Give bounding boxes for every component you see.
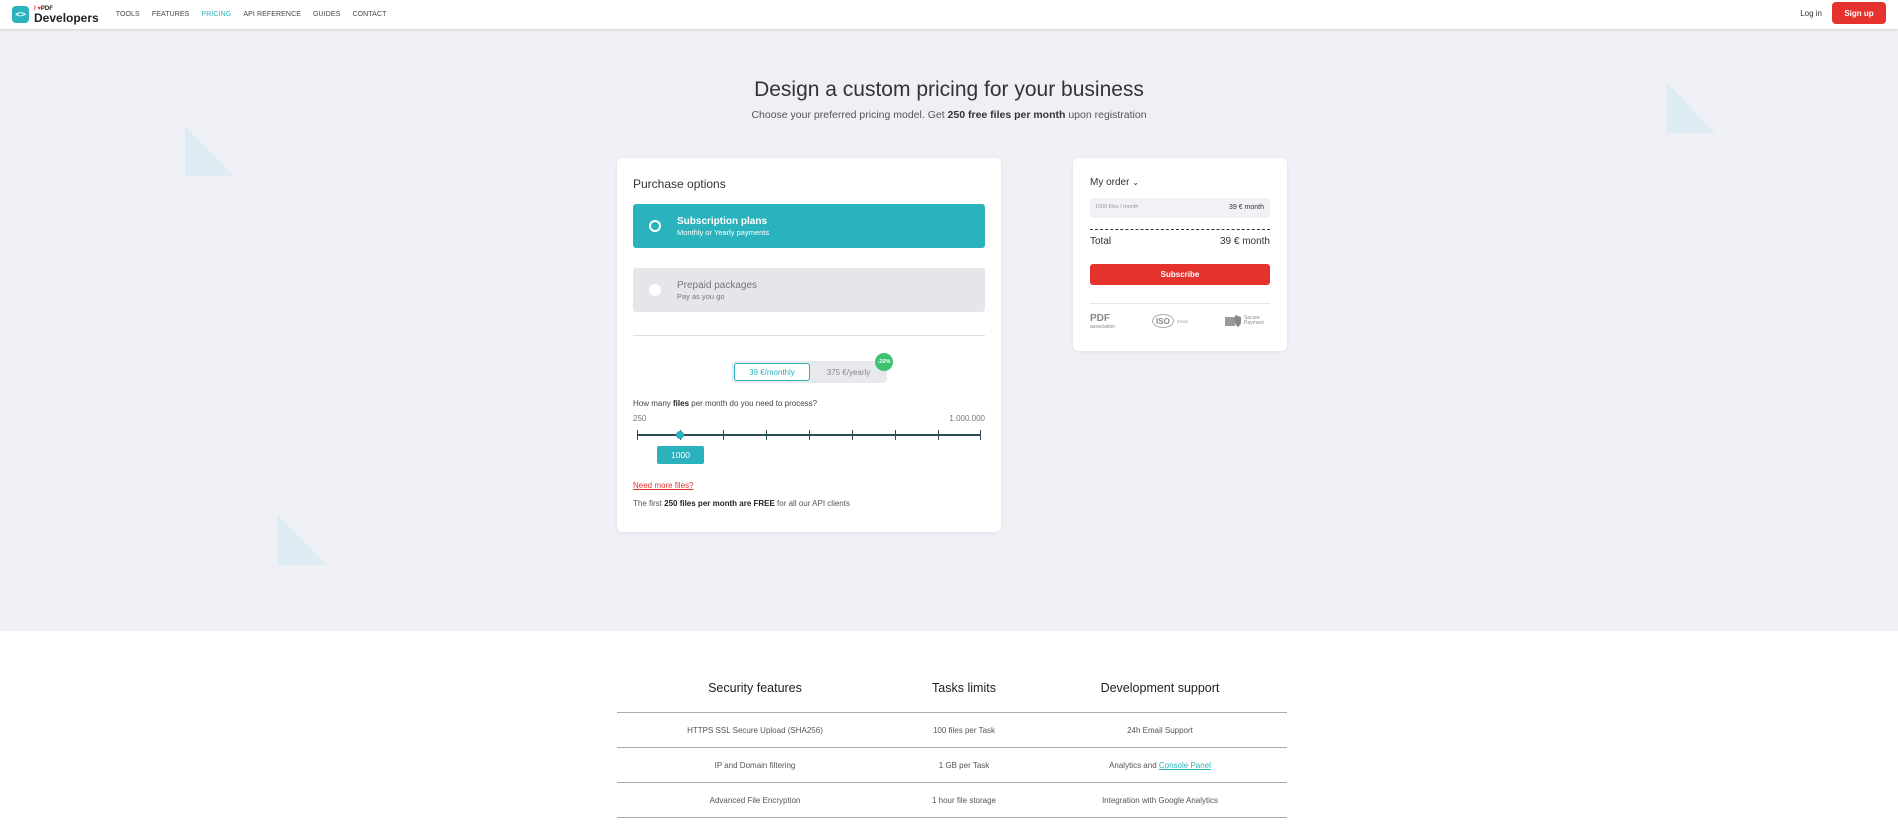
site-logo[interactable]: <> I ♥PDF Developers [12,6,99,24]
table-cell: Analytics and Console Panel [1109,761,1211,770]
slider-tick [723,430,724,440]
divider [633,335,985,336]
slider-tick [895,430,896,440]
purchase-options-title: Purchase options [633,177,726,191]
files-question: How many files per month do you need to … [633,399,818,408]
option-subscription-plans[interactable]: Subscription plans Monthly or Yearly pay… [633,204,985,248]
slider-tick [938,430,939,440]
signup-button[interactable]: Sign up [1832,2,1886,24]
discount-badge: -20% [875,353,893,371]
dashed-divider [1090,229,1270,230]
nav-guides[interactable]: GUIDES [313,11,340,18]
option-subtitle: Pay as you go [677,291,725,301]
toggle-yearly[interactable]: 375 €/yearly [812,363,885,381]
purchase-options-card: Purchase options Subscription plans Mont… [617,158,1001,532]
shield-icon [1224,315,1241,327]
table-cell: IP and Domain filtering [714,761,796,770]
slider-tick [980,430,981,440]
slider-value-label: 1000 [657,446,704,464]
table-divider [617,817,1287,818]
total-value: 39 € month [1219,236,1270,247]
divider [1090,303,1270,304]
order-item-price: 39 € month [1228,204,1264,211]
option-subtitle: Monthly or Yearly payments [677,227,770,237]
my-order-toggle[interactable]: My order ⌄ [1090,177,1139,188]
console-panel-link[interactable]: Console Panel [1159,761,1211,770]
need-more-files-link[interactable]: Need more files? [633,481,693,490]
slider-thumb[interactable] [676,431,684,439]
chevron-down-icon: ⌄ [1132,178,1139,187]
range-min-label: 250 [633,414,647,423]
option-title: Subscription plans [677,215,768,227]
slider-tick [809,430,810,440]
radio-button[interactable] [649,220,661,232]
toggle-monthly[interactable]: 39 €/monthly [734,363,810,381]
column-header-tasks: Tasks limits [932,681,996,695]
my-order-card: My order ⌄ 1000 files / month 39 € month… [1073,158,1287,351]
login-link[interactable]: Log in [1800,9,1822,18]
nav-api-reference[interactable]: API REFERENCE [243,11,301,18]
code-icon: <> [12,6,29,23]
table-cell: HTTPS SSL Secure Upload (SHA256) [687,726,823,735]
table-cell: 1 GB per Task [938,761,990,770]
table-cell: Advanced File Encryption [709,796,801,805]
nav-contact[interactable]: CONTACT [352,11,386,18]
billing-period-toggle: 39 €/monthly 375 €/yearly [732,361,887,383]
option-prepaid-packages[interactable]: Prepaid packages Pay as you go [633,268,985,312]
page-subtitle: Choose your preferred pricing model. Get… [751,109,1147,121]
decorative-triangle [278,515,326,565]
nav-tools[interactable]: TOOLS [116,11,140,18]
free-files-note: The first 250 files per month are FREE f… [633,499,850,508]
main-nav: TOOLS FEATURES PRICING API REFERENCE GUI… [116,11,399,18]
files-slider[interactable] [637,430,981,440]
trust-logos: PDF association ISO 27001 Secure Payment [1090,310,1270,332]
logo-title: Developers [34,10,99,25]
table-divider [617,782,1287,783]
page-title: Design a custom pricing for your busines… [754,78,1144,101]
slider-tick [852,430,853,440]
decorative-triangle [185,126,233,176]
nav-features[interactable]: FEATURES [152,11,190,18]
features-section: Security features Tasks limits Developme… [0,631,1898,830]
nav-pricing[interactable]: PRICING [201,11,231,18]
order-item-label: 1000 files / month [1095,204,1139,210]
top-header: <> I ♥PDF Developers TOOLS FEATURES PRIC… [0,0,1898,29]
pdf-association-logo: PDF association [1090,312,1116,330]
iso-logo: ISO 27001 [1151,314,1188,328]
radio-button[interactable] [649,284,661,296]
option-title: Prepaid packages [677,279,758,291]
table-cell: 1 hour file storage [931,796,997,805]
table-divider [617,712,1287,713]
range-max-label: 1.000.000 [949,414,985,423]
column-header-security: Security features [708,681,802,695]
order-line-item: 1000 files / month 39 € month [1090,198,1270,218]
total-label: Total [1090,236,1112,247]
table-cell: Integration with Google Analytics [1101,796,1219,805]
secure-payment-logo: Secure Payment [1224,315,1270,327]
table-cell: 24h Email Support [1127,726,1193,735]
table-divider [617,747,1287,748]
slider-tick [766,430,767,440]
table-cell: 100 files per Task [932,726,996,735]
column-header-support: Development support [1100,681,1220,695]
subscribe-button[interactable]: Subscribe [1090,264,1270,285]
slider-tick [637,430,638,440]
